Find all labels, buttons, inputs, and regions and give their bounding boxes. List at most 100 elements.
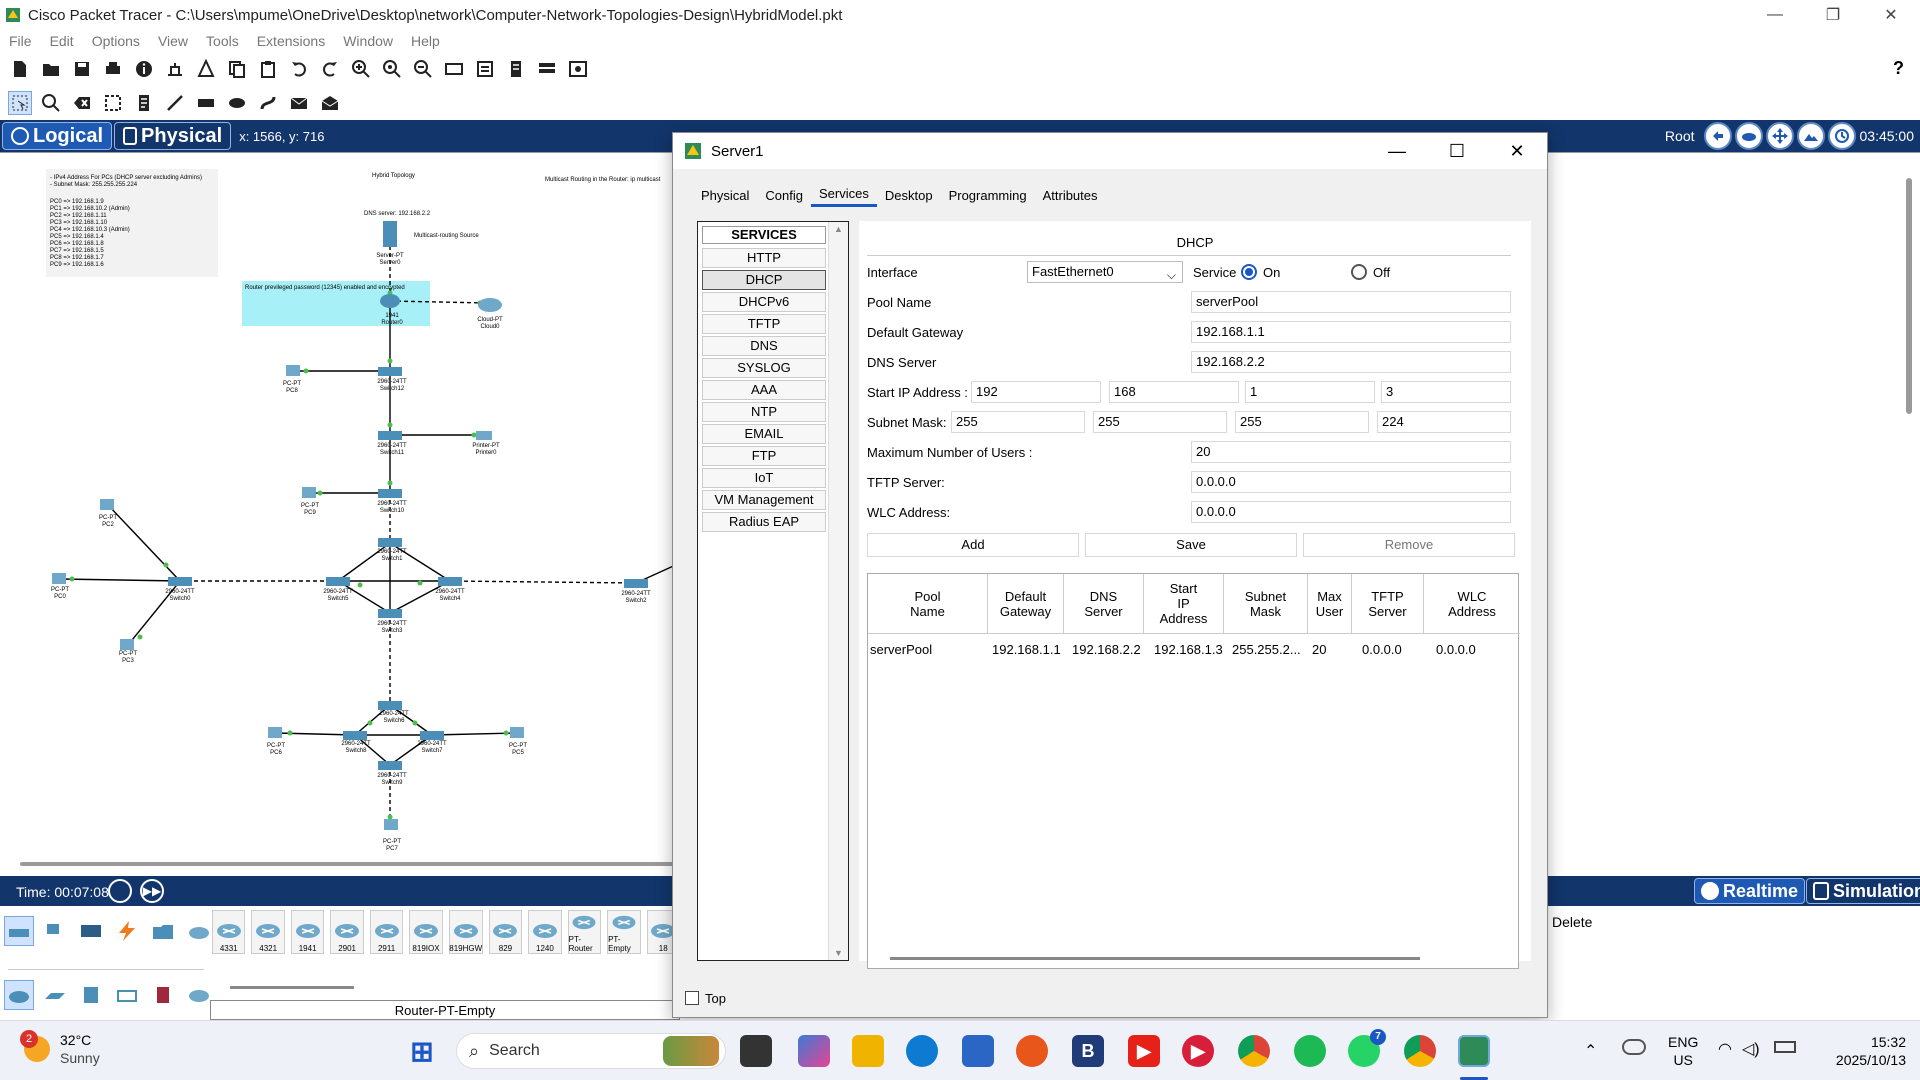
start-ip-octet3[interactable]: 1 xyxy=(1245,381,1375,403)
physical-tab[interactable]: Physical xyxy=(114,122,232,150)
table-horizontal-scrollbar[interactable] xyxy=(890,957,1420,960)
taskbar-search[interactable]: ⌕ Search xyxy=(456,1033,726,1069)
zoom-in-icon[interactable] xyxy=(349,57,373,81)
table-cell[interactable]: 0.0.0.0 xyxy=(1436,642,1476,657)
model-scrollbar[interactable] xyxy=(230,986,354,989)
custom-device-icon[interactable] xyxy=(194,57,218,81)
device-model-4331[interactable]: 4331 xyxy=(212,910,246,954)
freeform-icon[interactable] xyxy=(256,91,280,115)
table-cell[interactable]: 192.168.2.2 xyxy=(1072,642,1141,657)
system-clock[interactable]: 15:32 2025/10/13 xyxy=(1818,1033,1906,1069)
service-syslog[interactable]: SYSLOG xyxy=(702,358,826,378)
device-model-1941[interactable]: 1941 xyxy=(290,910,325,954)
service-iot[interactable]: IoT xyxy=(702,468,826,488)
chrome-icon[interactable] xyxy=(1238,1035,1270,1067)
draw-ellipse-icon[interactable] xyxy=(225,91,249,115)
power-cycle-icon[interactable] xyxy=(108,879,132,903)
print-icon[interactable] xyxy=(101,57,125,81)
subnet-octet3[interactable]: 255 xyxy=(1235,411,1369,433)
tab-physical[interactable]: Physical xyxy=(693,183,757,207)
table-cell[interactable]: 20 xyxy=(1312,642,1326,657)
wlc-address-field[interactable]: 0.0.0.0 xyxy=(1191,501,1511,523)
table-cell[interactable]: 0.0.0.0 xyxy=(1362,642,1402,657)
tab-services[interactable]: Services xyxy=(811,183,877,207)
device-model-819hgw[interactable]: 819HGW xyxy=(448,910,483,954)
subnet-octet2[interactable]: 255 xyxy=(1093,411,1227,433)
media-player-icon[interactable]: ▶ xyxy=(1182,1035,1214,1067)
max-users-field[interactable]: 20 xyxy=(1191,441,1511,463)
scroll-down-icon[interactable]: ▼ xyxy=(834,948,843,958)
restore-button[interactable]: ❐ xyxy=(1804,0,1862,30)
service-on-radio[interactable] xyxy=(1241,264,1257,280)
draw-line-icon[interactable] xyxy=(163,91,187,115)
multiuser-icon[interactable] xyxy=(184,916,214,946)
switches-icon[interactable] xyxy=(40,980,70,1010)
service-aaa[interactable]: AAA xyxy=(702,380,826,400)
zoom-reset-icon[interactable] xyxy=(380,57,404,81)
components-icon[interactable] xyxy=(76,916,106,946)
table-cell[interactable]: 192.168.1.3 xyxy=(1154,642,1223,657)
dialog-maximize-button[interactable]: ☐ xyxy=(1427,133,1487,169)
device-model-819iox[interactable]: 819IOX xyxy=(409,910,443,954)
packet-tracer-taskbar-icon[interactable] xyxy=(1458,1035,1490,1067)
wifi-icon[interactable]: ◠ xyxy=(1718,1039,1732,1059)
menu-view[interactable]: View xyxy=(158,33,188,49)
table-header[interactable]: Start IP Address xyxy=(1144,574,1224,634)
copilot-icon[interactable] xyxy=(798,1035,830,1067)
wireless-devices-icon[interactable] xyxy=(112,980,142,1010)
task-view-icon[interactable] xyxy=(740,1035,772,1067)
weather-widget[interactable]: 2 32°C Sunny xyxy=(20,1030,100,1067)
logical-tab[interactable]: Logical xyxy=(2,122,113,150)
open-folder-icon[interactable] xyxy=(39,57,63,81)
device-model-pt-empty[interactable]: PT-Empty xyxy=(607,910,641,954)
onedrive-icon[interactable] xyxy=(1622,1039,1646,1055)
viewport-icon[interactable] xyxy=(1827,122,1856,150)
start-ip-octet2[interactable]: 168 xyxy=(1109,381,1239,403)
close-button[interactable]: ✕ xyxy=(1862,0,1920,30)
table-cell[interactable]: serverPool xyxy=(870,642,932,657)
table-header[interactable]: DNS Server xyxy=(1064,574,1144,634)
delete-icon[interactable] xyxy=(70,91,94,115)
custom-devices-dialog-icon[interactable] xyxy=(473,57,497,81)
service-radius-eap[interactable]: Radius EAP xyxy=(702,512,826,532)
new-file-icon[interactable] xyxy=(8,57,32,81)
table-header[interactable]: Subnet Mask xyxy=(1224,574,1308,634)
table-header[interactable]: TFTP Server xyxy=(1352,574,1424,634)
dns-server-field[interactable]: 192.168.2.2 xyxy=(1191,351,1511,373)
info-icon[interactable] xyxy=(132,57,156,81)
network-info-icon[interactable] xyxy=(163,57,187,81)
add-simple-pdu-icon[interactable] xyxy=(287,91,311,115)
youtube-icon[interactable]: ▶ xyxy=(1128,1035,1160,1067)
cluster-cloud-icon[interactable] xyxy=(1734,122,1763,150)
menu-tools[interactable]: Tools xyxy=(206,33,239,49)
service-dhcp[interactable]: DHCP xyxy=(702,270,826,290)
device-model-1240[interactable]: 1240 xyxy=(528,910,562,954)
tab-attributes[interactable]: Attributes xyxy=(1035,183,1106,207)
add-complex-pdu-icon[interactable] xyxy=(318,91,342,115)
table-cell[interactable]: 255.255.2... xyxy=(1232,642,1301,657)
help-icon[interactable]: ? xyxy=(1893,58,1904,79)
simulation-button[interactable]: Simulation xyxy=(1806,878,1920,904)
copy-icon[interactable] xyxy=(225,57,249,81)
delete-label[interactable]: Delete xyxy=(1552,914,1592,930)
device-model-4321[interactable]: 4321 xyxy=(251,910,285,954)
back-icon[interactable] xyxy=(1703,122,1732,150)
security-icon[interactable] xyxy=(148,980,178,1010)
service-ftp[interactable]: FTP xyxy=(702,446,826,466)
spotify-icon[interactable] xyxy=(1294,1035,1326,1067)
service-vm-management[interactable]: VM Management xyxy=(702,490,826,510)
menu-options[interactable]: Options xyxy=(92,33,140,49)
minimize-button[interactable]: — xyxy=(1746,0,1804,30)
service-ntp[interactable]: NTP xyxy=(702,402,826,422)
service-http[interactable]: HTTP xyxy=(702,248,826,268)
place-note-icon[interactable] xyxy=(132,91,156,115)
server-rack-icon[interactable] xyxy=(535,57,559,81)
menu-file[interactable]: File xyxy=(9,33,32,49)
table-header[interactable]: Max User xyxy=(1308,574,1352,634)
dialog-close-button[interactable]: ✕ xyxy=(1487,133,1547,169)
save-button[interactable]: Save xyxy=(1085,533,1297,557)
service-email[interactable]: EMAIL xyxy=(702,424,826,444)
device-model-829[interactable]: 829 xyxy=(488,910,523,954)
drawing-palette-icon[interactable] xyxy=(442,57,466,81)
background-image-icon[interactable] xyxy=(1796,122,1825,150)
